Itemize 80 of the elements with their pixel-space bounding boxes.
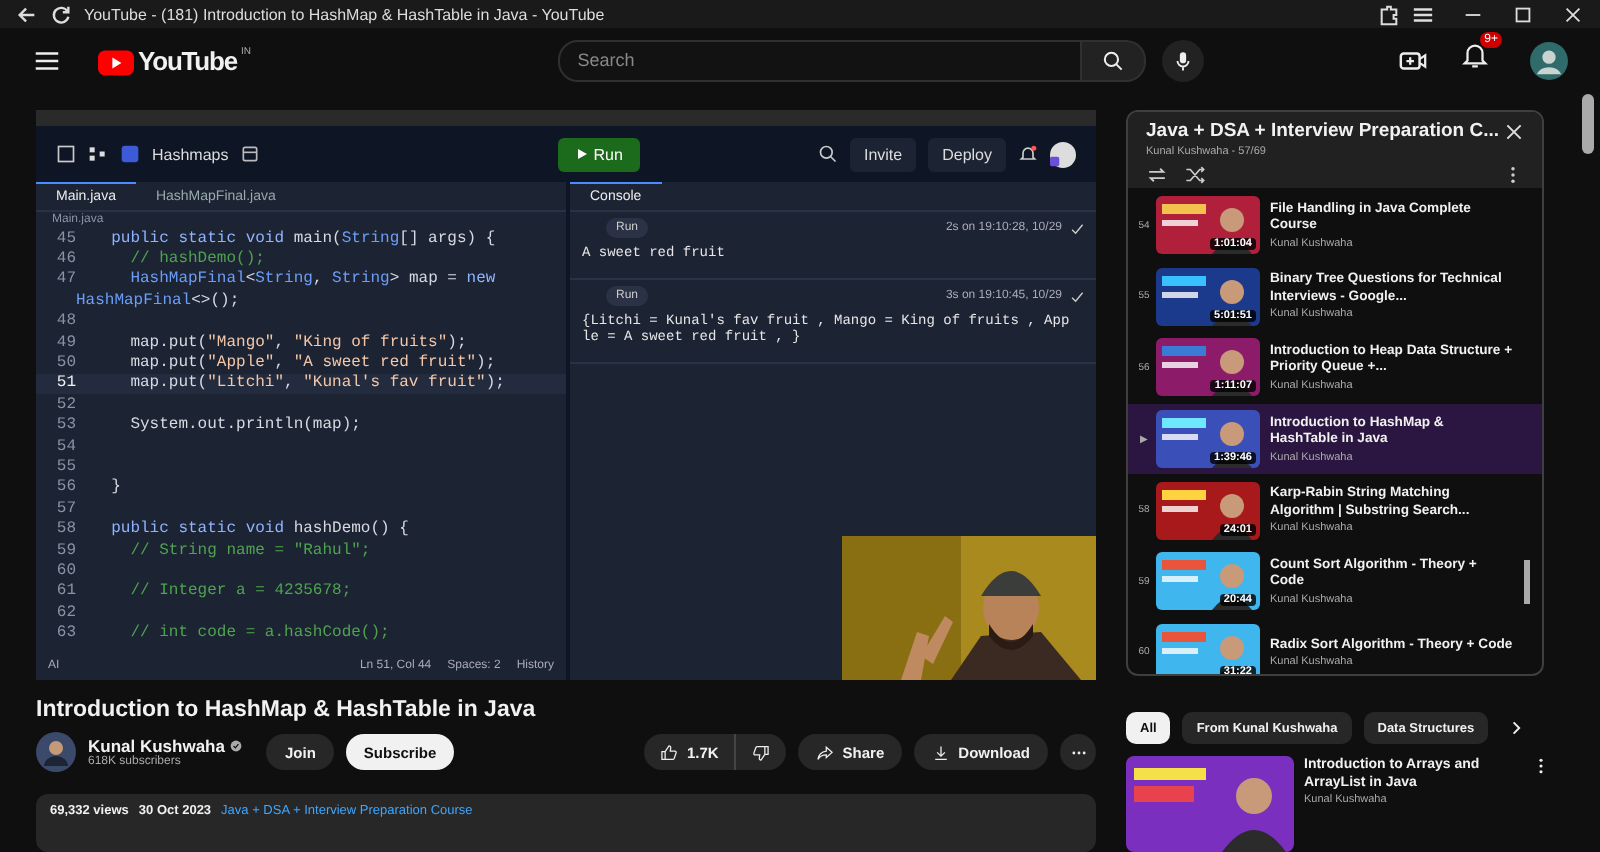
line-number: 45 bbox=[54, 229, 76, 248]
line-number: 51 bbox=[54, 374, 76, 393]
window-title: YouTube - (181) Introduction to HashMap & HashTable in Java - YouTube bbox=[84, 5, 605, 23]
code-line: // int code = a.hashCode(); bbox=[128, 624, 390, 643]
play-logo-icon[interactable] bbox=[98, 49, 134, 75]
line-number: 54 bbox=[54, 437, 76, 456]
line-number: 53 bbox=[54, 416, 76, 435]
maximize-icon[interactable] bbox=[1512, 3, 1534, 25]
search-field[interactable]: Search bbox=[557, 39, 1082, 81]
search-icon bbox=[1101, 49, 1124, 71]
line-number: 48 bbox=[54, 312, 76, 331]
line-number: 61 bbox=[54, 582, 76, 601]
search-icon[interactable] bbox=[817, 144, 838, 164]
bell-icon[interactable] bbox=[1018, 144, 1038, 164]
video-player[interactable] bbox=[36, 110, 1096, 680]
line-number: 62 bbox=[54, 603, 76, 622]
shuffle-icon[interactable] bbox=[1184, 164, 1206, 186]
play-icon bbox=[575, 148, 588, 160]
code-line: // Integer a = 4235678; bbox=[128, 582, 352, 601]
close-icon[interactable] bbox=[1562, 3, 1584, 25]
code-line: System.out.println(map); bbox=[128, 416, 361, 435]
loop-icon[interactable] bbox=[1146, 164, 1168, 186]
line-number: 56 bbox=[54, 478, 76, 497]
line-number: 50 bbox=[54, 354, 76, 373]
workflow-icon[interactable] bbox=[88, 144, 108, 164]
download-icon bbox=[932, 743, 951, 762]
package-icon[interactable] bbox=[240, 144, 261, 164]
invite-button[interactable]: Invite bbox=[849, 137, 917, 171]
line-number: 49 bbox=[54, 333, 76, 352]
line-number: 57 bbox=[54, 499, 76, 518]
check-icon bbox=[1070, 289, 1084, 303]
playlist-title[interactable]: Java + DSA + Interview Preparation C... bbox=[1146, 120, 1504, 142]
more-button[interactable] bbox=[1060, 734, 1096, 771]
line-number: 47 bbox=[54, 270, 76, 289]
line-number: 52 bbox=[54, 395, 76, 414]
avatar-icon[interactable] bbox=[1050, 141, 1076, 167]
code-line: HashMapFinal<>(); bbox=[76, 291, 240, 310]
code-line: HashMapFinal<String, String> map = new bbox=[128, 270, 496, 289]
code-line: map.put("Apple", "A sweet red fruit"); bbox=[128, 354, 496, 373]
line-number: 63 bbox=[54, 624, 76, 643]
code-line: public static void main(String[] args) { bbox=[109, 229, 496, 248]
microphone-icon bbox=[1171, 49, 1194, 71]
bell-icon[interactable] bbox=[1460, 40, 1491, 70]
code-line: map.put("Litchi", "Kunal's fav fruit"); bbox=[128, 374, 505, 393]
thumbs-up-icon bbox=[660, 743, 679, 762]
line-number: 60 bbox=[54, 561, 76, 580]
extension-icon[interactable] bbox=[1378, 3, 1400, 25]
code-line: // hashDemo(); bbox=[128, 250, 265, 269]
line-number: 46 bbox=[54, 250, 76, 269]
back-icon[interactable] bbox=[16, 3, 38, 25]
verified-icon bbox=[230, 740, 243, 753]
deploy-button[interactable]: Deploy bbox=[928, 137, 1006, 171]
search-button[interactable] bbox=[1081, 39, 1146, 81]
more-icon[interactable] bbox=[1538, 756, 1544, 776]
check-icon bbox=[1070, 221, 1084, 235]
run-button[interactable]: Run bbox=[557, 137, 641, 171]
line-number: 58 bbox=[54, 520, 76, 539]
channel-avatar-icon[interactable] bbox=[36, 732, 76, 773]
thumbs-down-icon bbox=[752, 743, 771, 762]
logo-text[interactable]: YouTube bbox=[138, 45, 237, 75]
scrollbar-thumb[interactable] bbox=[1524, 560, 1530, 604]
close-icon[interactable] bbox=[1504, 121, 1524, 141]
microphone-button[interactable] bbox=[1161, 39, 1204, 81]
project-name[interactable]: Hashmaps bbox=[152, 145, 229, 163]
scrollbar-thumb[interactable] bbox=[1582, 94, 1594, 154]
video-title: Introduction to HashMap & HashTable in Java bbox=[36, 697, 538, 722]
share-icon bbox=[816, 743, 835, 762]
reload-icon[interactable] bbox=[50, 3, 72, 25]
code-line: map.put("Mango", "King of fruits"); bbox=[128, 333, 467, 352]
menu-icon[interactable] bbox=[1412, 3, 1434, 25]
code-line: } bbox=[109, 478, 121, 497]
avatar-icon[interactable] bbox=[1530, 41, 1569, 79]
line-number: 55 bbox=[54, 457, 76, 476]
code-line: public static void hashDemo() { bbox=[109, 520, 409, 539]
sidebar-toggle-icon[interactable] bbox=[56, 144, 76, 164]
code-line: // String name = "Rahul"; bbox=[128, 541, 371, 560]
channel-name[interactable]: Kunal Kushwaha bbox=[88, 736, 243, 757]
chevron-right-icon[interactable] bbox=[1508, 720, 1525, 736]
project-icon[interactable] bbox=[120, 144, 140, 164]
line-number: 59 bbox=[54, 541, 76, 560]
